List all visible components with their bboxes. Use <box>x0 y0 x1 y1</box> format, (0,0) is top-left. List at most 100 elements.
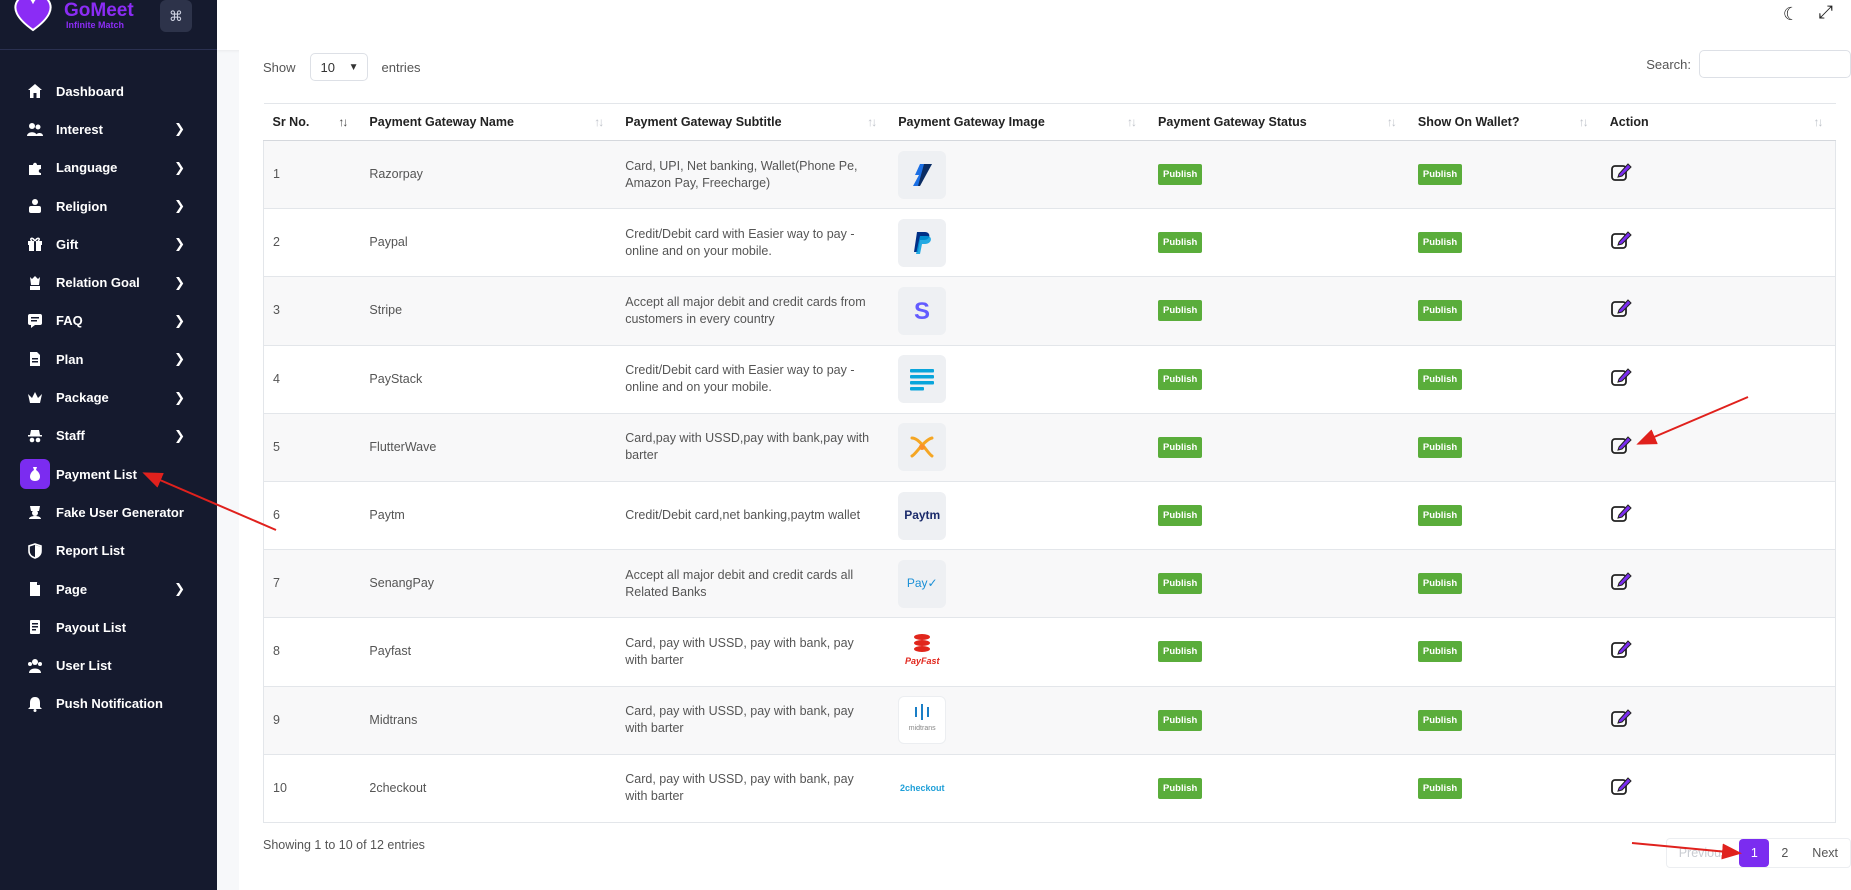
chevron-right-icon: ❯ <box>174 198 185 214</box>
money-bag-icon <box>20 459 50 490</box>
sidebar-item-package[interactable]: Package ❯ <box>0 378 217 416</box>
shield-icon <box>26 542 44 560</box>
flutterwave-logo <box>898 423 947 472</box>
sidebar-item-payout-list[interactable]: Payout List <box>0 608 217 646</box>
status-badge: Publish <box>1158 368 1203 390</box>
religion-icon <box>26 197 44 215</box>
column-header-action[interactable]: Action ↑↓ <box>1600 103 1836 141</box>
edit-icon[interactable] <box>1610 775 1632 797</box>
pagination-next[interactable]: Next <box>1800 846 1850 860</box>
razorpay-logo <box>898 150 947 199</box>
stripe-logo: S <box>898 286 947 335</box>
status-badge: Publish <box>1158 164 1203 186</box>
cell-wallet: Publish <box>1408 481 1601 551</box>
user-list-icon <box>26 657 44 675</box>
edit-icon[interactable] <box>1610 366 1632 388</box>
grid-icon[interactable]: ⌘ <box>160 0 192 32</box>
cell-subtitle: Accept all major debit and credit cards … <box>616 549 890 619</box>
chevron-down-icon: ▼ <box>348 61 359 73</box>
2checkout-logo: 2checkout <box>899 782 945 793</box>
cell-subtitle: Credit/Debit card with Easier way to pay… <box>616 345 890 414</box>
search-input[interactable] <box>1699 50 1851 78</box>
sidebar-item-push-notification[interactable]: Push Notification <box>0 685 217 723</box>
sidebar-item-label: User List <box>56 658 112 674</box>
sidebar-menu: Dashboard Interest ❯ Language ❯ Religion… <box>0 72 217 723</box>
edit-icon[interactable] <box>1610 297 1632 319</box>
sort-icon: ↑↓ <box>1813 115 1824 129</box>
payment-gateway-table: Sr No. ↑↓ Payment Gateway Name ↑↓ Payment … <box>263 103 1836 823</box>
wallet-badge: Publish <box>1417 368 1463 390</box>
sidebar-item-payment-list[interactable]: Payment List <box>0 455 217 493</box>
column-header-image[interactable]: Payment Gateway Image ↑↓ <box>889 103 1150 141</box>
moon-icon[interactable]: ☾ <box>1783 4 1799 25</box>
edit-icon[interactable] <box>1610 707 1632 729</box>
sidebar-item-relation-goal[interactable]: Relation Goal ❯ <box>0 263 217 301</box>
table-row: 1 Razorpay Card, UPI, Net banking, Walle… <box>263 140 1836 210</box>
pagination-page-1[interactable]: 1 <box>1739 839 1770 867</box>
status-badge: Publish <box>1158 436 1203 458</box>
cell-action <box>1600 345 1836 414</box>
column-header-sr-no[interactable]: Sr No. ↑↓ <box>263 103 361 141</box>
cell-action <box>1600 276 1836 346</box>
cell-status: Publish <box>1149 208 1409 278</box>
cell-action <box>1600 686 1836 755</box>
sidebar-item-interest[interactable]: Interest ❯ <box>0 110 217 148</box>
sidebar-item-faq[interactable]: FAQ ❯ <box>0 302 217 340</box>
cell-name: PayStack <box>360 345 617 414</box>
chevron-right-icon: ❯ <box>174 389 185 405</box>
column-header-subtitle[interactable]: Payment Gateway Subtitle ↑↓ <box>616 103 890 141</box>
cell-status: Publish <box>1149 276 1409 346</box>
cell-name: Midtrans <box>360 686 617 755</box>
edit-icon[interactable] <box>1610 161 1632 183</box>
sidebar-item-page[interactable]: Page ❯ <box>0 570 217 608</box>
cell-wallet: Publish <box>1408 617 1601 687</box>
cell-image: S <box>889 276 1150 346</box>
wallet-badge: Publish <box>1417 777 1463 799</box>
column-header-status[interactable]: Payment Gateway Status ↑↓ <box>1149 103 1409 141</box>
column-header-wallet[interactable]: Show On Wallet? ↑↓ <box>1408 103 1601 141</box>
sidebar-item-label: Fake User Generator <box>56 504 184 520</box>
edit-icon[interactable] <box>1610 229 1632 251</box>
entries-select[interactable]: 10 ▼ <box>309 53 368 81</box>
pagination-previous[interactable]: Previous <box>1667 846 1740 860</box>
edit-icon[interactable] <box>1610 434 1632 456</box>
cell-sr: 9 <box>263 686 361 755</box>
pagination-page-2[interactable]: 2 <box>1769 846 1800 860</box>
cell-image <box>889 345 1150 414</box>
sidebar-item-label: Push Notification <box>56 696 163 712</box>
cell-status: Publish <box>1149 413 1409 482</box>
cell-subtitle: Card, pay with USSD, pay with bank, pay … <box>616 686 890 755</box>
cell-subtitle: Card,pay with USSD,pay with bank,pay wit… <box>616 413 890 482</box>
edit-icon[interactable] <box>1610 570 1632 592</box>
cell-name: SenangPay <box>360 549 617 619</box>
column-header-name[interactable]: Payment Gateway Name ↑↓ <box>360 103 617 141</box>
cell-action <box>1600 413 1836 482</box>
cell-name: FlutterWave <box>360 413 617 482</box>
cell-wallet: Publish <box>1408 549 1601 619</box>
sidebar-item-language[interactable]: Language ❯ <box>0 149 217 187</box>
sidebar-item-user-list[interactable]: User List <box>0 646 217 684</box>
edit-icon[interactable] <box>1610 502 1632 524</box>
sidebar-item-dashboard[interactable]: Dashboard <box>0 72 217 110</box>
sidebar-item-label: Language <box>56 160 118 176</box>
status-badge: Publish <box>1158 300 1203 322</box>
chevron-right-icon: ❯ <box>174 312 185 328</box>
senangpay-logo: Pay✓ <box>898 559 947 608</box>
sidebar-item-label: Payment List <box>56 466 137 482</box>
sidebar-item-label: Dashboard <box>56 83 124 99</box>
cell-name: Paytm <box>360 481 617 551</box>
chess-icon <box>26 274 44 292</box>
paystack-logo <box>898 355 947 404</box>
cell-sr: 10 <box>263 754 361 823</box>
sidebar-item-staff[interactable]: Staff ❯ <box>0 417 217 455</box>
sidebar-item-plan[interactable]: Plan ❯ <box>0 340 217 378</box>
sidebar-item-fake-user-generator[interactable]: Fake User Generator <box>0 493 217 531</box>
chevron-right-icon: ❯ <box>174 236 185 252</box>
sidebar-item-gift[interactable]: Gift ❯ <box>0 225 217 263</box>
faq-icon <box>26 312 44 330</box>
sidebar-item-report-list[interactable]: Report List <box>0 532 217 570</box>
edit-icon[interactable] <box>1610 638 1632 660</box>
expand-icon[interactable]: ⤢ <box>1819 2 1833 23</box>
sidebar-item-religion[interactable]: Religion ❯ <box>0 187 217 225</box>
plan-icon <box>26 350 44 368</box>
